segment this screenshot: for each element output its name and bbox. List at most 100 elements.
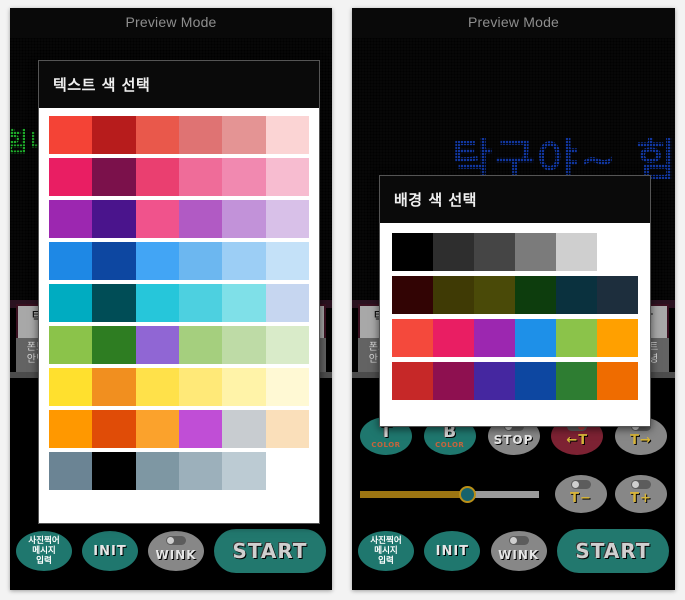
color-swatch[interactable] [515, 276, 556, 314]
color-swatch[interactable] [92, 452, 136, 490]
color-swatch[interactable] [92, 368, 136, 406]
color-swatch[interactable] [222, 200, 266, 238]
color-swatch[interactable] [222, 158, 266, 196]
color-swatch[interactable] [178, 410, 223, 448]
color-swatch[interactable] [515, 319, 556, 357]
color-swatch[interactable] [392, 276, 433, 314]
color-swatch[interactable] [597, 276, 638, 314]
color-swatch[interactable] [135, 116, 179, 154]
text-color-dialog[interactable]: 텍스트 색 선택 [38, 60, 320, 524]
color-swatch[interactable] [265, 116, 309, 154]
color-swatch[interactable] [135, 326, 179, 364]
color-swatch[interactable] [222, 116, 266, 154]
right-wink-label: WINK [498, 548, 540, 562]
color-swatch[interactable] [178, 116, 223, 154]
color-swatch[interactable] [556, 362, 597, 400]
left-wink-button[interactable]: WINK [148, 531, 204, 571]
color-swatch[interactable] [49, 368, 93, 406]
color-swatch[interactable] [433, 319, 474, 357]
right-wink-button[interactable]: WINK [490, 531, 547, 571]
left-init-button[interactable]: INIT [82, 531, 138, 571]
color-swatch[interactable] [556, 276, 597, 314]
color-swatch[interactable] [597, 362, 638, 400]
right-device-screen: Preview Mode 탁구야~ 힘 탁 폰트안녕 탁 폰트안녕 T COLO… [352, 8, 675, 590]
color-swatch[interactable] [135, 368, 179, 406]
color-swatch[interactable] [392, 319, 433, 357]
color-swatch[interactable] [135, 284, 179, 322]
right-init-button[interactable]: INIT [424, 531, 481, 571]
color-swatch[interactable] [49, 116, 93, 154]
color-swatch[interactable] [92, 116, 136, 154]
color-swatch[interactable] [92, 158, 136, 196]
color-swatch[interactable] [92, 242, 136, 280]
color-swatch[interactable] [474, 276, 515, 314]
color-swatch[interactable] [49, 452, 93, 490]
color-swatch[interactable] [135, 158, 179, 196]
color-swatch[interactable] [49, 242, 93, 280]
color-swatch[interactable] [178, 326, 223, 364]
right-photo-message-input-button[interactable]: 사진찍어 메시지 입력 [358, 531, 414, 571]
text-size-plus-label: T+ [630, 490, 652, 506]
color-swatch[interactable] [265, 410, 309, 448]
color-swatch[interactable] [49, 158, 93, 196]
color-swatch[interactable] [135, 410, 179, 448]
speed-slider-thumb[interactable] [459, 486, 477, 503]
color-swatch[interactable] [178, 284, 223, 322]
color-swatch[interactable] [49, 410, 93, 448]
text-size-minus-toggle-icon [571, 480, 591, 489]
right-start-button[interactable]: START [556, 529, 669, 573]
color-swatch[interactable] [92, 284, 136, 322]
background-color-dialog[interactable]: 배경 색 선택 [379, 175, 651, 427]
color-swatch[interactable] [178, 158, 223, 196]
color-swatch[interactable] [265, 158, 309, 196]
color-swatch[interactable] [265, 326, 309, 364]
color-swatch[interactable] [433, 233, 474, 271]
text-size-minus-button[interactable]: T− [555, 475, 607, 513]
text-color-swatch-grid[interactable] [39, 108, 319, 506]
color-swatch[interactable] [265, 242, 309, 280]
text-size-plus-button[interactable]: T+ [615, 475, 667, 513]
color-swatch[interactable] [222, 452, 266, 490]
color-swatch[interactable] [222, 368, 266, 406]
color-swatch[interactable] [49, 326, 93, 364]
color-swatch[interactable] [474, 362, 515, 400]
color-swatch[interactable] [265, 368, 309, 406]
color-swatch[interactable] [474, 233, 515, 271]
swatch-filler [266, 452, 309, 490]
color-swatch[interactable] [515, 362, 556, 400]
background-color-sublabel: COLOR [435, 440, 465, 449]
color-swatch[interactable] [135, 242, 179, 280]
color-swatch[interactable] [222, 326, 266, 364]
color-swatch[interactable] [222, 410, 266, 448]
color-swatch[interactable] [178, 368, 223, 406]
color-swatch[interactable] [49, 284, 93, 322]
color-swatch[interactable] [92, 326, 136, 364]
background-color-swatch-grid[interactable] [380, 223, 650, 419]
background-color-dialog-title: 배경 색 선택 [380, 176, 650, 223]
text-scroll-left-label: ←T [566, 432, 589, 448]
color-swatch[interactable] [433, 362, 474, 400]
color-swatch[interactable] [178, 242, 223, 280]
color-swatch[interactable] [556, 319, 597, 357]
color-swatch[interactable] [92, 200, 136, 238]
color-swatch[interactable] [556, 233, 597, 271]
color-swatch[interactable] [515, 233, 556, 271]
color-swatch[interactable] [474, 319, 515, 357]
color-swatch[interactable] [49, 200, 93, 238]
color-swatch[interactable] [92, 410, 136, 448]
color-swatch[interactable] [597, 319, 638, 357]
speed-slider[interactable] [360, 486, 539, 503]
left-photo-message-input-button[interactable]: 사진찍어 메시지 입력 [16, 531, 72, 571]
color-swatch[interactable] [433, 276, 474, 314]
color-swatch[interactable] [178, 200, 223, 238]
color-swatch[interactable] [135, 200, 179, 238]
color-swatch[interactable] [392, 233, 433, 271]
color-swatch[interactable] [178, 452, 223, 490]
color-swatch[interactable] [222, 284, 266, 322]
left-start-button[interactable]: START [214, 529, 326, 573]
color-swatch[interactable] [222, 242, 266, 280]
color-swatch[interactable] [392, 362, 433, 400]
color-swatch[interactable] [135, 452, 179, 490]
color-swatch[interactable] [265, 284, 309, 322]
color-swatch[interactable] [265, 200, 309, 238]
